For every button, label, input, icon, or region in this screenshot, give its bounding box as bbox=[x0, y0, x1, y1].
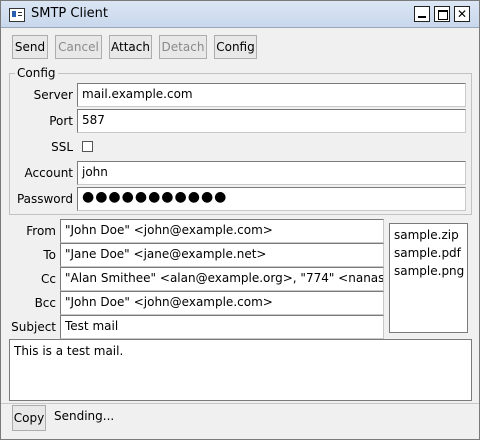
port-label: Port bbox=[49, 114, 73, 128]
attachment-item[interactable]: sample.png bbox=[394, 264, 464, 278]
cc-field[interactable]: "Alan Smithee" <alan@example.org>, "774"… bbox=[60, 267, 384, 291]
close-icon: ✕ bbox=[456, 7, 468, 21]
to-label: To bbox=[43, 248, 56, 262]
app-icon bbox=[9, 8, 25, 22]
ssl-label: SSL bbox=[51, 140, 73, 154]
password-label: Password bbox=[16, 192, 73, 206]
subject-label: Subject bbox=[11, 320, 56, 334]
config-group-title: Config bbox=[15, 66, 58, 80]
maximize-button[interactable] bbox=[434, 6, 450, 22]
bcc-field[interactable]: "John Doe" <john@example.com> bbox=[60, 291, 384, 315]
bcc-label: Bcc bbox=[34, 296, 56, 310]
attachment-list[interactable]: sample.zip sample.pdf sample.png bbox=[389, 223, 468, 333]
account-field[interactable]: john bbox=[77, 161, 466, 185]
password-field[interactable]: ●●●●●●●●●●● bbox=[77, 187, 466, 211]
send-button[interactable]: Send bbox=[12, 35, 48, 59]
attach-button[interactable]: Attach bbox=[109, 35, 152, 59]
window-title: SMTP Client bbox=[31, 6, 109, 21]
cancel-button[interactable]: Cancel bbox=[55, 35, 102, 59]
account-label: Account bbox=[24, 166, 73, 180]
ssl-checkbox[interactable] bbox=[82, 141, 93, 152]
smtp-client-window: SMTP Client ✕ Send Cancel Attach Detach … bbox=[0, 0, 480, 440]
from-label: From bbox=[26, 224, 56, 238]
subject-field[interactable]: Test mail bbox=[60, 315, 384, 339]
to-field[interactable]: "Jane Doe" <jane@example.net> bbox=[60, 243, 384, 267]
server-label: Server bbox=[33, 88, 73, 102]
from-field[interactable]: "John Doe" <john@example.com> bbox=[60, 219, 384, 243]
server-field[interactable]: mail.example.com bbox=[77, 83, 466, 107]
attachment-item[interactable]: sample.zip bbox=[394, 228, 459, 242]
port-field[interactable]: 587 bbox=[77, 109, 466, 133]
attachment-item[interactable]: sample.pdf bbox=[394, 246, 461, 260]
title-bar[interactable]: SMTP Client ✕ bbox=[1, 1, 479, 28]
detach-button[interactable]: Detach bbox=[159, 35, 207, 59]
copy-button[interactable]: Copy bbox=[12, 405, 46, 431]
config-button[interactable]: Config bbox=[214, 35, 257, 59]
minimize-button[interactable] bbox=[414, 6, 430, 22]
status-text: Sending... bbox=[54, 409, 115, 423]
cc-label: Cc bbox=[41, 272, 56, 286]
message-body[interactable]: This is a test mail. bbox=[9, 339, 472, 401]
close-button[interactable]: ✕ bbox=[454, 6, 470, 22]
